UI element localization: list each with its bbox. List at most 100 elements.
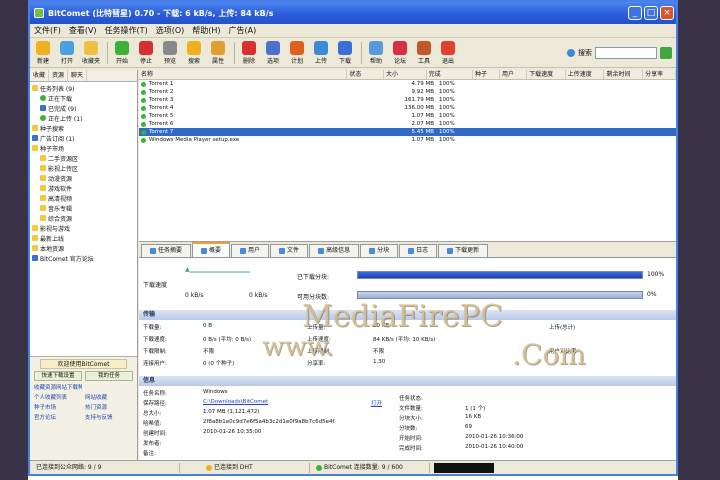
open-folder-link[interactable]: 打开 <box>371 399 382 407</box>
column-header[interactable]: 用户 <box>500 70 528 79</box>
sidebar-tree-item[interactable]: 影视与游戏 <box>32 223 135 233</box>
info-value[interactable]: C:\Downloads\BitComet <box>203 399 268 405</box>
toolbar-button-4[interactable]: 停止 <box>135 39 157 67</box>
start-icon <box>115 40 129 55</box>
sidebar-tree-item[interactable]: 高清视频 <box>32 193 135 203</box>
sidebar-tree-item[interactable]: 已完成 (9) <box>32 103 135 113</box>
task-list: 名称 状态 大小 完成 种子 用户 下载速度 上传速度 剩余时间 分享率 Torrent 1 4.7… <box>139 70 676 242</box>
column-header[interactable]: 剩余时间 <box>604 70 644 79</box>
quick-settings-button[interactable]: 快速下载设置 <box>34 371 82 381</box>
minimize-button[interactable]: _ <box>628 6 642 20</box>
info-value: 2010-01-26 10:35:00 <box>203 429 262 435</box>
sidebar-tree-item[interactable]: BitComet 官方论坛 <box>32 253 135 263</box>
column-header[interactable]: 种子 <box>473 70 501 79</box>
table-row[interactable]: Torrent 4 136.00 MB 100% <box>139 104 676 112</box>
sidebar-tree-item[interactable]: 任务列表 (9) <box>32 83 135 93</box>
menu-item-0[interactable]: 文件(F) <box>34 25 61 36</box>
menu-item-2[interactable]: 任务操作(T) <box>105 25 148 36</box>
toolbar-button-2[interactable]: 收藏夹 <box>80 39 102 67</box>
tab-6[interactable]: 日志 <box>399 244 438 257</box>
sidebar-link[interactable]: 热门资源 <box>85 403 133 411</box>
table-row[interactable]: Torrent 5 1.07 MB 100% <box>139 112 676 120</box>
sidebar-tree-item[interactable]: 广告订阅 (1) <box>32 133 135 143</box>
column-header[interactable]: 完成 <box>427 70 473 79</box>
sidebar-tree-item[interactable]: 正在下载 <box>32 93 135 103</box>
sidebar-link[interactable] <box>85 383 133 391</box>
tab-1[interactable]: 概要 <box>192 242 231 257</box>
sidebar-tab-2[interactable]: 聊天 <box>68 70 88 81</box>
sidebar-link[interactable]: 支持与反馈 <box>85 413 133 421</box>
toolbar-button-16[interactable]: 退出 <box>437 39 459 67</box>
task-progress: 100% <box>439 81 455 87</box>
sidebar-tree-item[interactable]: 影视上传区 <box>32 163 135 173</box>
menu-item-4[interactable]: 帮助(H) <box>192 25 220 36</box>
sidebar-tab-1[interactable]: 资源 <box>49 70 69 81</box>
sidebar-link[interactable]: 官方论坛 <box>34 413 82 421</box>
sidebar-tab-0[interactable]: 收藏 <box>30 70 50 81</box>
toolbar-button-9[interactable]: 选项 <box>262 39 284 67</box>
column-header[interactable]: 大小 <box>384 70 427 79</box>
toolbar-button-14[interactable]: 论坛 <box>389 39 411 67</box>
table-row[interactable]: Torrent 6 2.07 MB 100% <box>139 120 676 128</box>
tab-icon <box>369 248 376 254</box>
table-row[interactable]: Torrent 1 4.79 MB 100% <box>139 80 676 88</box>
tab-0[interactable]: 任务摘要 <box>141 244 192 257</box>
table-row[interactable]: Torrent 2 9.92 MB 100% <box>139 88 676 96</box>
dht-status-icon <box>206 464 212 471</box>
info-grid: 任务名称: Windows 保存路径: C:\Downloads\BitComet 总大… <box>139 386 676 460</box>
sidebar-tree-item[interactable]: 本地资源 <box>32 243 135 253</box>
table-row[interactable]: Torrent 7 5.45 MB 100% <box>139 128 676 136</box>
transfer-key: 上传量: <box>307 325 326 331</box>
title-bar[interactable]: BitComet (比特彗星) 0.70 - 下载: 6 kB/s, 上传: 8… <box>30 2 676 24</box>
toolbar-button-0[interactable]: 新建 <box>32 39 54 67</box>
menu-item-5[interactable]: 广告(A) <box>229 25 257 36</box>
sidebar-tree-item[interactable]: 二手资源区 <box>32 153 135 163</box>
task-name-cell: Windows Media Player setup.exe <box>139 137 355 143</box>
tab-2[interactable]: 用户 <box>231 244 270 257</box>
toolbar-button-1[interactable]: 打开 <box>56 39 78 67</box>
toolbar-button-12[interactable]: 下载 <box>334 39 356 67</box>
sidebar-tree-item[interactable]: 种子搜索 <box>32 123 135 133</box>
toolbar-button-3[interactable]: 开始 <box>111 39 133 67</box>
toolbar-button-11[interactable]: 上传 <box>310 39 332 67</box>
menu-item-1[interactable]: 查看(V) <box>69 25 97 36</box>
toolbar-button-6[interactable]: 搜索 <box>183 39 205 67</box>
toolbar-button-15[interactable]: 工具 <box>413 39 435 67</box>
toolbar-button-10[interactable]: 计划 <box>286 39 308 67</box>
toolbar-button-8[interactable]: 删除 <box>238 39 260 67</box>
sidebar-tree-item[interactable]: 最新上线 <box>32 233 135 243</box>
table-row[interactable]: Torrent 3 161.79 MB 100% <box>139 96 676 104</box>
sidebar-tree-item[interactable]: 游戏软件 <box>32 183 135 193</box>
tab-4[interactable]: 高级信息 <box>309 244 360 257</box>
column-header[interactable]: 下载速度 <box>527 70 566 79</box>
toolbar-button-5[interactable]: 预览 <box>159 39 181 67</box>
toolbar-button-7[interactable]: 属性 <box>207 39 229 67</box>
close-button[interactable]: × <box>660 6 674 20</box>
column-header[interactable]: 状态 <box>347 70 385 79</box>
welcome-header[interactable]: 欢迎使用BitComet <box>40 359 127 369</box>
my-tasks-button[interactable]: 我的任务 <box>85 371 133 381</box>
menu-item-3[interactable]: 选项(O) <box>156 25 185 36</box>
sidebar-link[interactable]: 个人收藏列表 <box>34 393 82 401</box>
sidebar-tree-item[interactable]: 正在上传 (1) <box>32 113 135 123</box>
search-input[interactable] <box>595 46 657 59</box>
column-header[interactable]: 上传速度 <box>566 70 605 79</box>
sidebar-tree-item[interactable]: 种子市场 <box>32 143 135 153</box>
sidebar-tree-item[interactable]: 综合资源 <box>32 213 135 223</box>
table-row[interactable]: Windows Media Player setup.exe 1.07 MB 100… <box>139 136 676 144</box>
available-bar-fill <box>358 292 642 298</box>
search-go-button[interactable] <box>660 46 672 59</box>
sidebar-link[interactable]: 网站收藏 <box>85 393 133 401</box>
tab-7[interactable]: 下载更新 <box>438 244 489 257</box>
column-header[interactable]: 分享率 <box>643 70 676 79</box>
maximize-button[interactable]: □ <box>644 6 658 20</box>
tab-5[interactable]: 分块 <box>360 244 399 257</box>
toolbar-button-13[interactable]: 帮助 <box>365 39 387 67</box>
sidebar-tree-item[interactable]: 音乐专辑 <box>32 203 135 213</box>
sidebar-tree-item[interactable]: 动漫资源 <box>32 173 135 183</box>
tab-3[interactable]: 文件 <box>270 244 309 257</box>
column-header[interactable]: 名称 <box>139 70 348 79</box>
sidebar-link[interactable]: 收藏资源网站下载种子资源 <box>34 383 82 391</box>
green-icon <box>40 95 46 101</box>
sidebar-link[interactable]: 种子市场 <box>34 403 82 411</box>
